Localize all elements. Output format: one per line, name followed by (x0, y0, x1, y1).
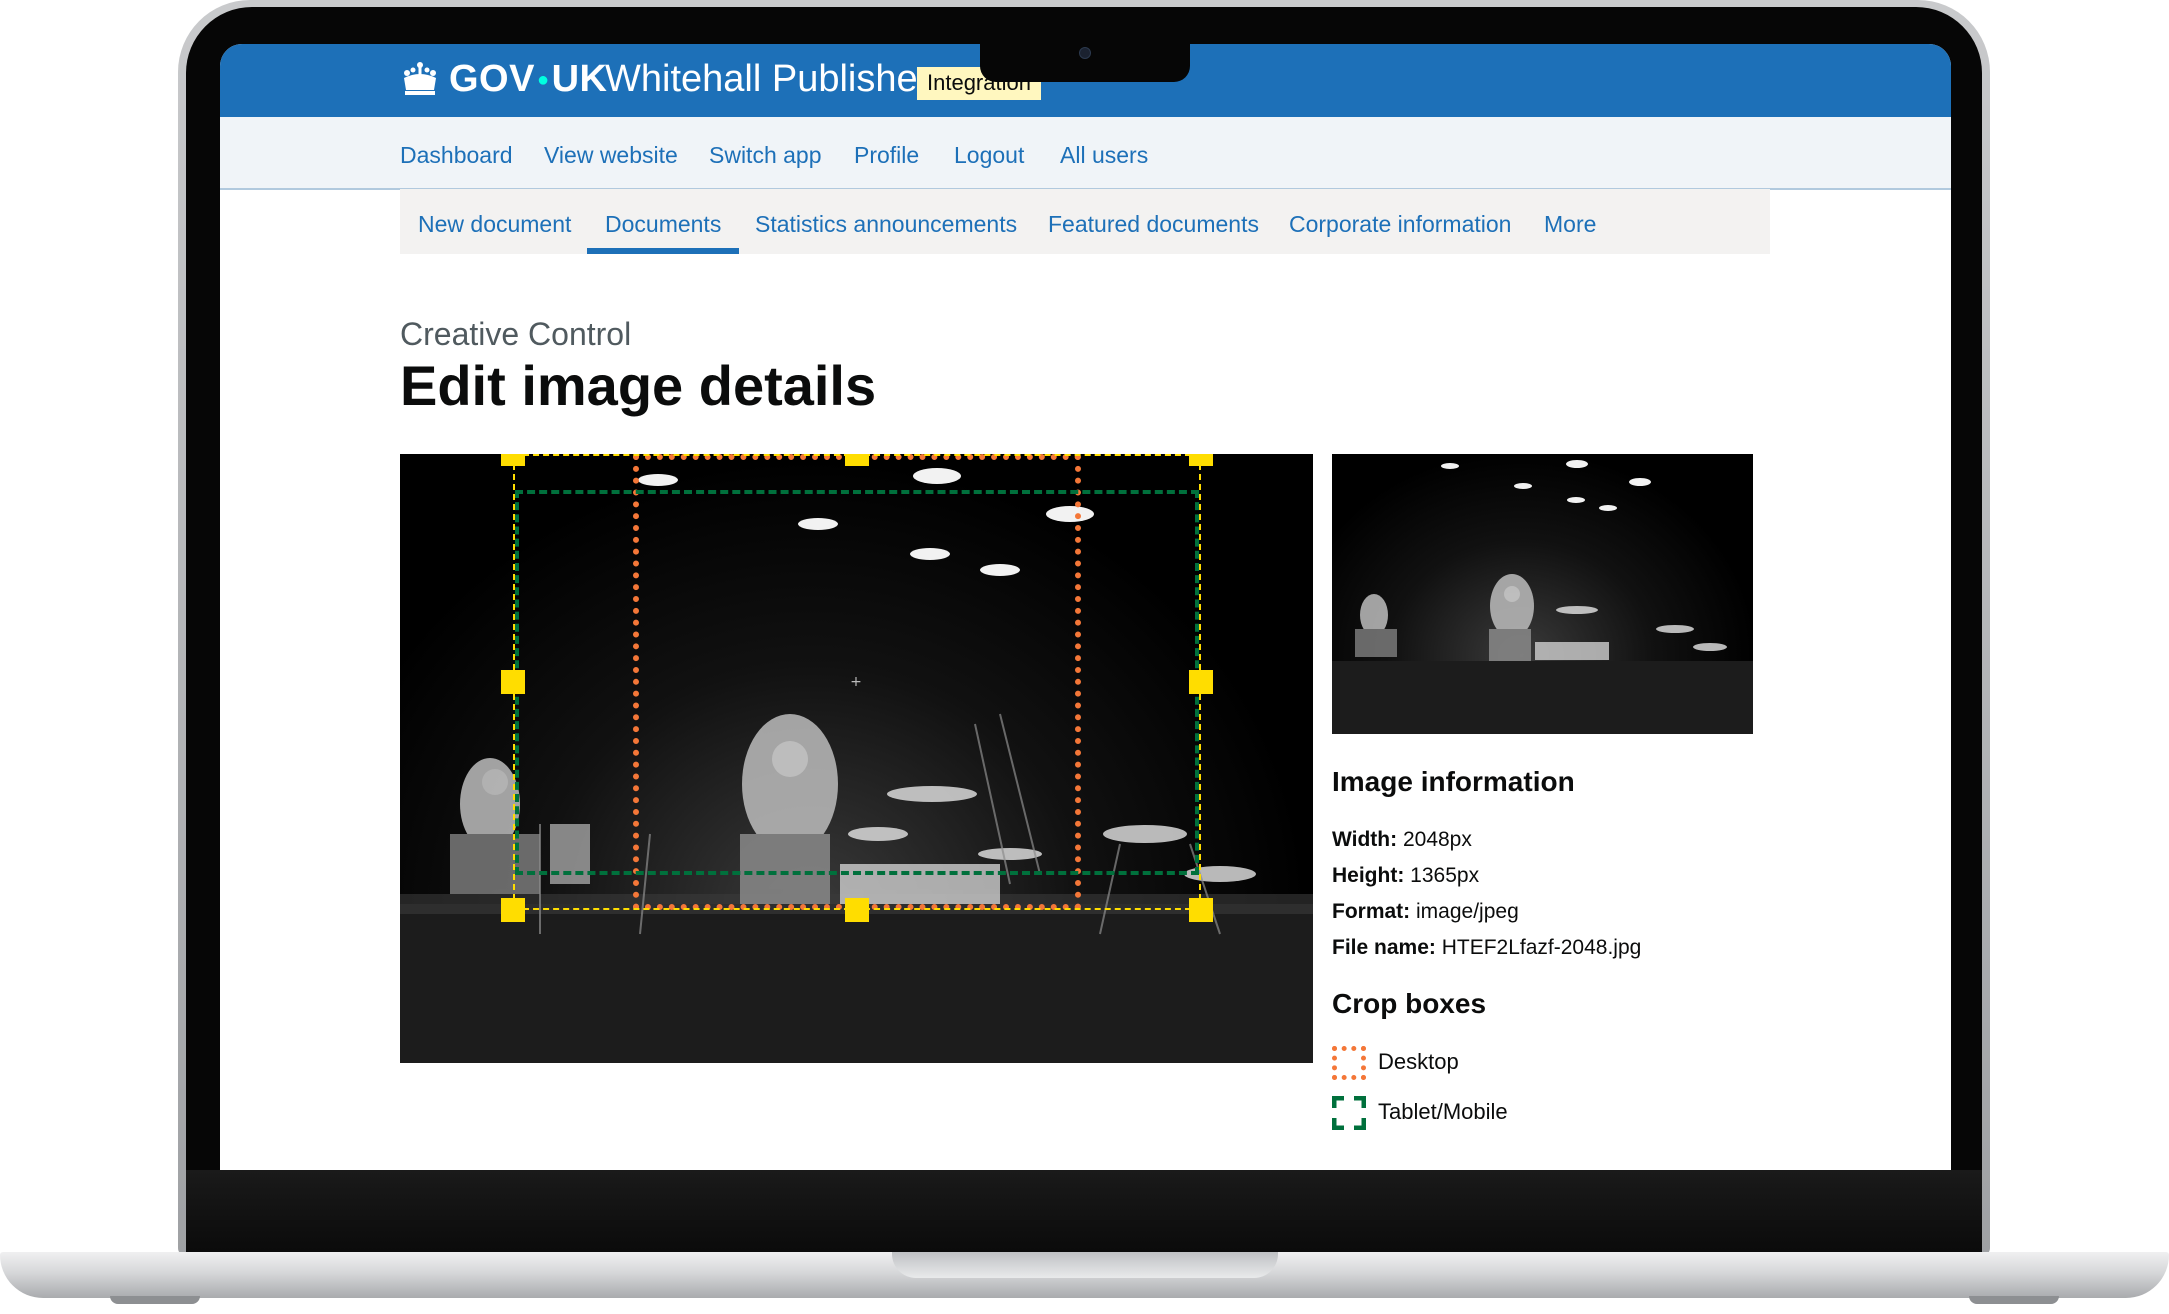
crop-handle-bottom-left[interactable] (501, 898, 525, 922)
corner-brackets-icon (1332, 1096, 1366, 1130)
nav-switch-app[interactable]: Switch app (709, 142, 822, 169)
secondary-nav: New document Documents Statistics announ… (400, 189, 1770, 254)
crop-selection[interactable] (513, 454, 1201, 910)
crop-handle-top[interactable] (845, 454, 869, 466)
laptop-foot-left (110, 1296, 200, 1304)
primary-nav: Dashboard View website Switch app Profil… (220, 117, 1951, 190)
info-format-value: image/jpeg (1416, 900, 1519, 923)
info-height-value: 1365px (1410, 864, 1480, 887)
info-file-name: File name: HTEF2Lfazf-2048.jpg (1332, 936, 1641, 960)
info-file-name-value: HTEF2Lfazf-2048.jpg (1441, 936, 1642, 959)
dotted-square-icon (1332, 1046, 1366, 1080)
tab-new-document[interactable]: New document (418, 211, 571, 238)
info-file-name-label: File name: (1332, 936, 1436, 959)
nav-all-users[interactable]: All users (1060, 142, 1148, 169)
active-tab-indicator (587, 248, 739, 254)
crop-boxes-heading: Crop boxes (1332, 988, 1487, 1019)
info-width-value: 2048px (1402, 828, 1472, 851)
info-format: Format: image/jpeg (1332, 900, 1519, 924)
crop-handle-left[interactable] (501, 670, 525, 694)
tab-statistics-announcements[interactable]: Statistics announcements (755, 211, 1017, 238)
legend-tablet-mobile-label: Tablet/Mobile (1378, 1099, 1508, 1124)
page-title: Edit image details (400, 354, 877, 417)
app-name[interactable]: Whitehall Publisher (605, 58, 930, 101)
brand-dot-icon: ● (536, 69, 550, 92)
tab-featured-documents[interactable]: Featured documents (1048, 211, 1259, 238)
crop-handle-bottom[interactable] (845, 898, 869, 922)
preview-photo (1332, 460, 1753, 734)
laptop-base-notch (892, 1252, 1278, 1278)
tab-documents[interactable]: Documents (605, 211, 721, 238)
nav-view-website[interactable]: View website (544, 142, 678, 169)
info-height: Height: 1365px (1332, 864, 1479, 888)
brand-right: UK (551, 58, 608, 100)
tab-corporate-information[interactable]: Corporate information (1289, 211, 1511, 238)
crop-handle-right[interactable] (1189, 670, 1213, 694)
legend-desktop-label: Desktop (1378, 1049, 1459, 1074)
crop-handle-top-left[interactable] (501, 454, 525, 466)
laptop-chin (186, 1170, 1982, 1256)
brand-left: GOV (449, 58, 535, 100)
main-image[interactable]: + (400, 454, 1313, 1063)
crown-icon (404, 62, 436, 95)
preview-image (1332, 454, 1753, 734)
nav-logout[interactable]: Logout (954, 142, 1024, 169)
info-width: Width: 2048px (1332, 828, 1472, 852)
nav-profile[interactable]: Profile (854, 142, 919, 169)
camera-icon (1079, 47, 1091, 59)
nav-dashboard[interactable]: Dashboard (400, 142, 513, 169)
camera-notch (980, 40, 1190, 82)
crop-handle-top-right[interactable] (1189, 454, 1213, 466)
screen: GOV ●UK Whitehall Publisher Integration D… (220, 44, 1951, 1170)
info-format-label: Format: (1332, 900, 1411, 923)
page-caption: Creative Control (400, 316, 632, 352)
legend-tablet-mobile: Tablet/Mobile (1332, 1096, 1552, 1132)
govuk-logo[interactable]: GOV ●UK (449, 58, 607, 101)
info-height-label: Height: (1332, 864, 1405, 887)
image-information-heading: Image information (1332, 766, 1575, 797)
legend-desktop: Desktop (1332, 1046, 1552, 1082)
crop-handle-bottom-right[interactable] (1189, 898, 1213, 922)
tab-more[interactable]: More (1544, 211, 1596, 238)
laptop-foot-right (1969, 1296, 2059, 1304)
info-width-label: Width: (1332, 828, 1398, 851)
